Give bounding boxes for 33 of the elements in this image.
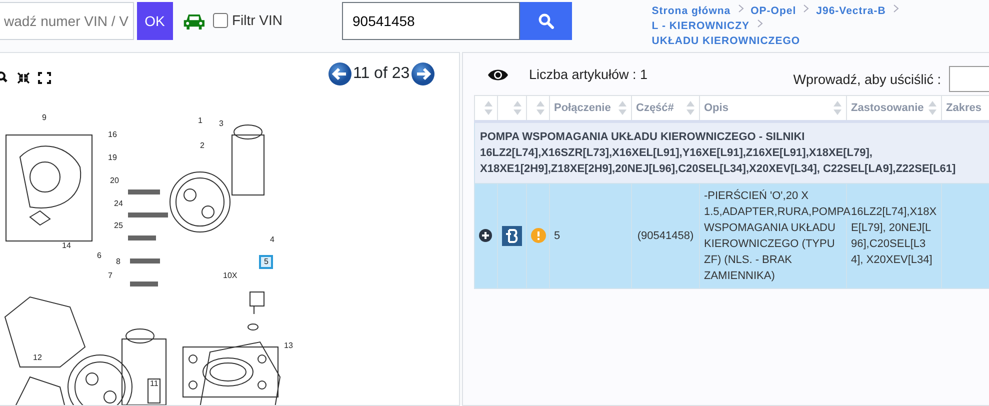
callout-number[interactable]: 16 [108, 130, 117, 140]
breadcrumb-link[interactable]: L - KIEROWNICZY [652, 19, 750, 34]
callout-number[interactable]: 7 [108, 271, 112, 281]
callout-number[interactable]: 5 [259, 255, 274, 269]
callout-number[interactable]: 14 [62, 241, 71, 251]
callout-number[interactable]: 2 [200, 141, 204, 151]
group-header-row: POMPA WSPOMAGANIA UKŁADU KIEROWNICZEGO - SILNIKI 16LZ2[L74],X16SZR[L73],X16XEL[L91],Y16XE[L91],Z16XE[L91],X18XE[L79], X18XE1[2H9],Z18XE[2H9],20NEJ[L96],C20SEL[L34],X20XEV[L34], C22SEL[LA9],Z22SE[L61] [474, 122, 989, 184]
breadcrumb-link[interactable]: J96-Vectra-B [816, 4, 886, 19]
vin-input-field[interactable]: wadź numer VIN / V [0, 2, 134, 40]
callout-number[interactable]: 6 [97, 251, 102, 261]
callout-number[interactable]: 19 [108, 153, 117, 163]
breadcrumb-link[interactable]: Strona główna [652, 4, 731, 19]
article-count: Liczba artykułów : 1 [529, 66, 648, 84]
callout-number[interactable]: 10X [223, 271, 238, 281]
table-cell: (90541458) [632, 184, 700, 288]
callout-number[interactable]: 9 [42, 113, 46, 123]
callout-number[interactable]: 24 [114, 199, 123, 209]
breadcrumb-link[interactable]: OP-Opel [750, 4, 796, 19]
table-cell: 5 [550, 184, 632, 288]
callout-number[interactable]: 8 [116, 257, 120, 267]
page-counter: 11 of 23 [353, 64, 410, 84]
part-search-field[interactable]: 90541458 [342, 2, 520, 40]
callout-number[interactable]: 13 [284, 341, 293, 351]
callout-number[interactable]: 20 [110, 176, 119, 186]
ok-button[interactable]: OK [137, 2, 173, 40]
vin-filter-label: Filtr VIN [232, 11, 283, 30]
filter-label: Wprowadź, aby uściślić : [793, 70, 941, 89]
callout-number[interactable]: 4 [270, 235, 274, 245]
callout-number[interactable]: 1 [198, 116, 202, 126]
breadcrumb-link[interactable]: UKŁADU KIEROWNICZEGO [652, 34, 800, 49]
callout-number[interactable]: 12 [33, 353, 42, 363]
callout-number[interactable]: 3 [219, 119, 224, 129]
callout-number[interactable]: 25 [114, 221, 123, 231]
